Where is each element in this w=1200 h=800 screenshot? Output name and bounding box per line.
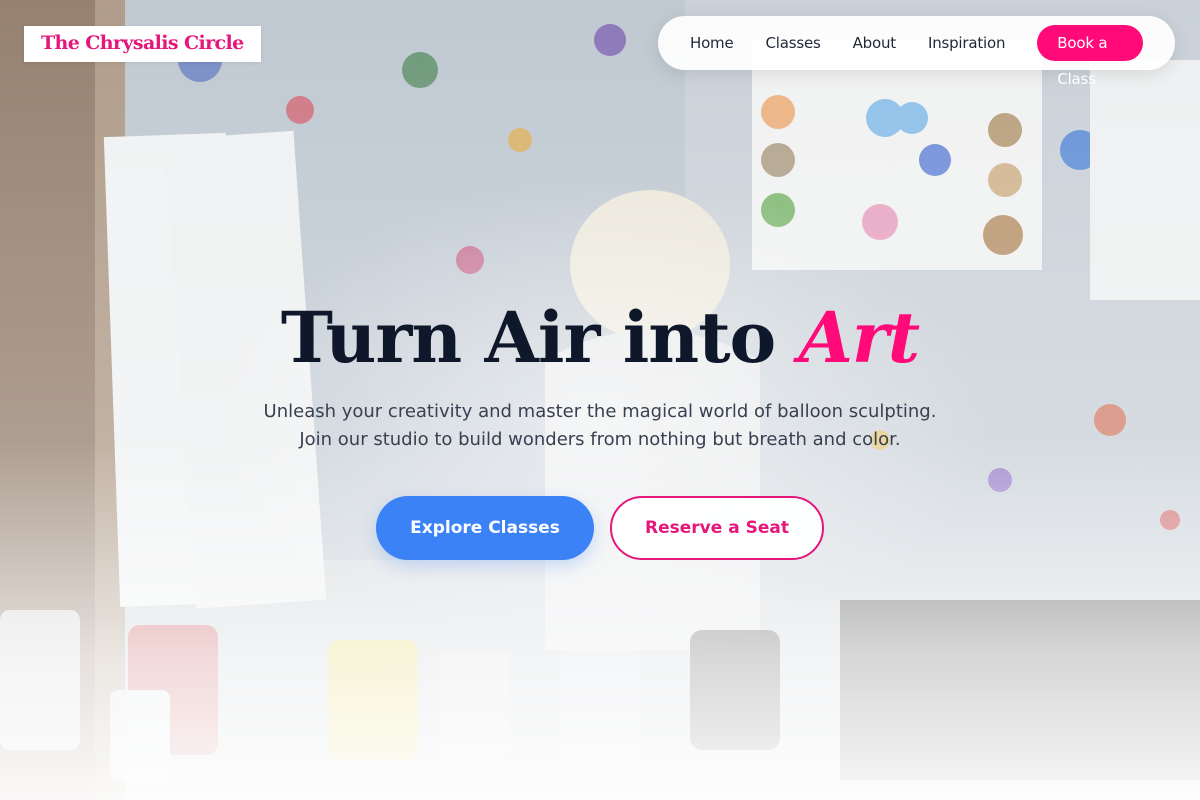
reserve-seat-button[interactable]: Reserve a Seat [610, 496, 824, 560]
hero-subtitle: Unleash your creativity and master the m… [263, 401, 937, 450]
headline-main: Turn Air into [280, 296, 776, 379]
main-nav: Home Classes About Inspiration Book a Cl… [658, 16, 1175, 88]
book-class-button[interactable]: Book a Class [1037, 25, 1143, 88]
nav-classes[interactable]: Classes [766, 34, 821, 52]
hero-headline: Turn Air into Art [0, 290, 1200, 386]
nav-home[interactable]: Home [690, 34, 734, 52]
explore-classes-button[interactable]: Explore Classes [376, 496, 594, 560]
nav-about[interactable]: About [853, 34, 897, 52]
nav-inspiration[interactable]: Inspiration [928, 34, 1006, 52]
brand-name: The Chrysalis Circle [41, 32, 244, 54]
hero-section: Turn Air into Art Unleash your creativit… [0, 290, 1200, 560]
headline-accent: Art [798, 296, 921, 379]
brand-logo[interactable]: The Chrysalis Circle [24, 26, 261, 62]
hero-cta-group: Explore Classes Reserve a Seat [0, 496, 1200, 560]
